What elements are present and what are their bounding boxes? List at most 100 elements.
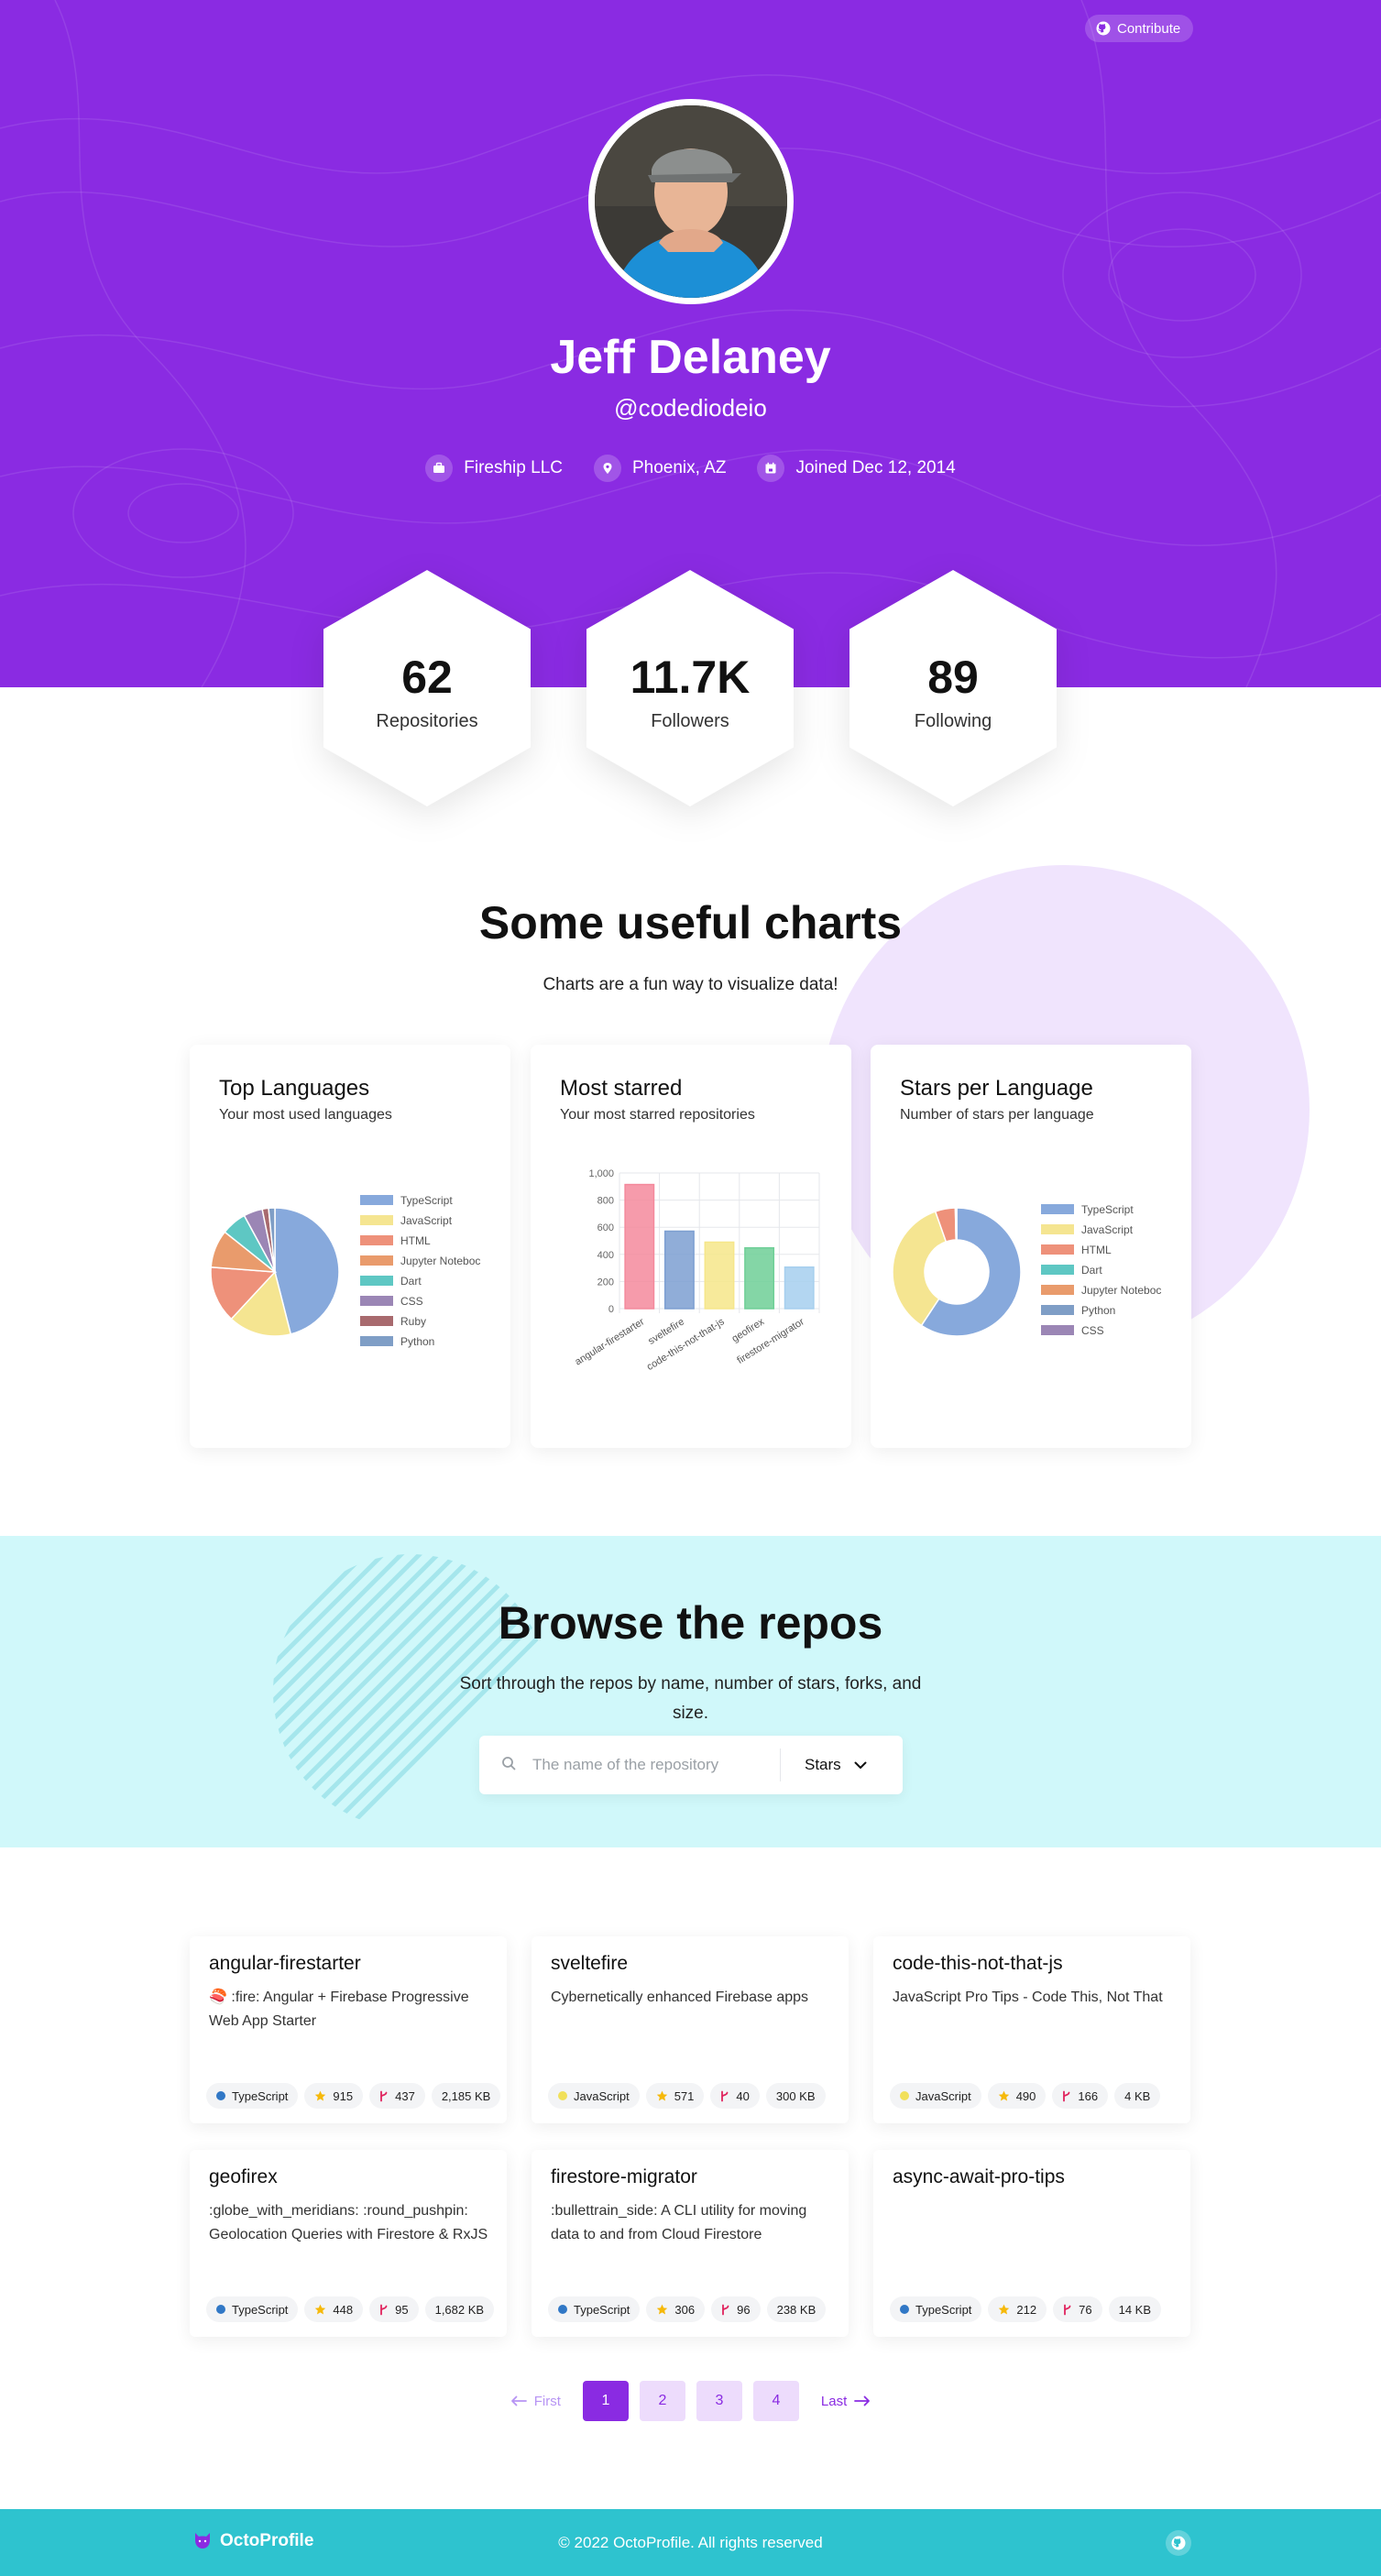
most-starred-bar-chart: 02004006008001,000angular-firestarter sve…	[573, 1168, 820, 1373]
size-tag: 1,682 KB	[424, 2296, 495, 2322]
avatar	[588, 99, 794, 304]
repo-search-input[interactable]	[532, 1756, 780, 1774]
github-link[interactable]	[1166, 2530, 1191, 2556]
repo-card[interactable]: code-this-not-that-js JavaScript Pro Tips…	[873, 1936, 1190, 2123]
legend-label: JavaScript	[1081, 1223, 1134, 1236]
page-3-button[interactable]: 3	[696, 2381, 742, 2421]
bar-firestore-migrator	[784, 1266, 815, 1310]
language-text: TypeScript	[232, 2088, 289, 2103]
legend-swatch	[360, 1336, 393, 1346]
repo-card[interactable]: async-await-pro-tips TypeScript 212 76 14 KB	[873, 2150, 1190, 2337]
language-text: TypeScript	[915, 2302, 972, 2317]
github-icon	[1096, 21, 1111, 36]
stars-count: 212	[1016, 2302, 1037, 2317]
legend-label: CSS	[400, 1295, 423, 1308]
top-languages-pie-chart: TypeScript JavaScript HTML Jupyter Noteboc D…	[210, 1194, 480, 1348]
stat-repositories: 62 Repositories	[323, 570, 531, 806]
chevron-down-icon	[854, 1761, 867, 1769]
charts-subtitle: Charts are a fun way to visualize data!	[543, 975, 838, 994]
legend-label: Jupyter Noteboc	[400, 1255, 480, 1267]
forks-count: 437	[395, 2088, 415, 2103]
repo-name: code-this-not-that-js	[893, 1953, 1063, 1974]
y-tick-label: 0	[608, 1304, 614, 1315]
pagination: First 1 2 3 4 Last	[0, 2381, 1381, 2421]
first-page-link[interactable]: First	[499, 2394, 572, 2409]
legend-label: HTML	[1081, 1244, 1112, 1256]
company-text: Fireship LLC	[464, 458, 563, 477]
size-tag: 14 KB	[1108, 2296, 1162, 2322]
stat-label: Followers	[651, 710, 729, 731]
page-2-button[interactable]: 2	[639, 2381, 685, 2421]
language-tag: JavaScript	[890, 2083, 981, 2109]
language-tag: TypeScript	[206, 2296, 299, 2322]
star-icon	[998, 2090, 1009, 2100]
stat-value: 11.7K	[630, 651, 751, 703]
legend-label: Python	[1081, 1304, 1115, 1317]
legend-label: JavaScript	[400, 1214, 453, 1227]
repo-card[interactable]: firestore-migrator:bullettrain_side: A C…	[532, 2150, 849, 2337]
language-dot	[216, 2305, 225, 2314]
meta-company: Fireship LLC	[425, 455, 563, 482]
location-text: Phoenix, AZ	[631, 458, 727, 477]
footer: OctoProfile © 2022 OctoProfile. All righ…	[0, 2509, 1381, 2576]
last-page-link[interactable]: Last	[810, 2394, 882, 2409]
bar-geofirex	[744, 1246, 775, 1310]
language-tag: JavaScript	[548, 2083, 640, 2109]
language-dot	[558, 2091, 567, 2100]
stars-tag: 306	[646, 2296, 706, 2322]
joined-text: Joined Dec 12, 2014	[795, 458, 956, 477]
x-tick-label: code-this-not-that-js	[645, 1316, 727, 1373]
page-4-button[interactable]: 4	[752, 2381, 799, 2421]
repo-card[interactable]: sveltefire Cybernetically enhanced Fireba…	[532, 1936, 849, 2123]
legend-label: Jupyter Noteboc	[1081, 1284, 1161, 1297]
forks-count: 76	[1079, 2302, 1092, 2317]
legend-swatch	[1041, 1244, 1074, 1255]
repo-name: geofirex	[209, 2166, 278, 2187]
repo-search-bar: Stars	[479, 1736, 903, 1794]
repo-description: JavaScript Pro Tips - Code This, Not Tha…	[893, 1990, 1163, 2005]
repo-tags: TypeScript 448 95 1,682 KB	[206, 2296, 495, 2322]
page-1-button[interactable]: 1	[582, 2381, 629, 2421]
x-tick-label: firestore-migrator	[735, 1316, 806, 1366]
language-dot	[558, 2305, 567, 2314]
location-pin-icon	[593, 455, 621, 482]
size-text: 238 KB	[776, 2302, 817, 2317]
repo-card[interactable]: angular-firestarter 🍣 :fire: Angular + Fi…	[190, 1936, 507, 2123]
legend-swatch	[360, 1235, 393, 1245]
meta-location: Phoenix, AZ	[593, 455, 727, 482]
legend-label: HTML	[400, 1234, 431, 1247]
fork-icon	[721, 2090, 729, 2101]
repo-tags: TypeScript 306 96 238 KB	[548, 2296, 827, 2322]
forks-tag: 96	[711, 2296, 761, 2322]
chart-card-stars-per-language: Stars per Language Number of stars per l…	[871, 1045, 1191, 1448]
fork-icon	[1063, 2090, 1070, 2101]
size-text: 14 KB	[1118, 2302, 1152, 2317]
language-dot	[900, 2091, 909, 2100]
last-label: Last	[820, 2393, 848, 2409]
repo-name: firestore-migrator	[551, 2166, 697, 2187]
bar-sveltefire	[663, 1230, 695, 1310]
stars-tag: 448	[304, 2296, 364, 2322]
y-tick-label: 400	[597, 1250, 614, 1261]
stat-value: 89	[927, 651, 979, 703]
sort-select[interactable]: Stars	[805, 1756, 867, 1774]
size-tag: 2,185 KB	[431, 2083, 501, 2109]
stars-tag: 490	[987, 2083, 1047, 2109]
size-text: 4 KB	[1124, 2088, 1151, 2103]
bar-code-this-not-that-js	[704, 1241, 735, 1310]
stars-count: 490	[1015, 2088, 1036, 2103]
charts-title: Some useful charts	[478, 897, 903, 948]
forks-tag: 95	[369, 2296, 419, 2322]
fork-icon	[1064, 2304, 1071, 2315]
fork-icon	[722, 2304, 729, 2315]
first-label: First	[533, 2393, 561, 2409]
legend-swatch	[360, 1296, 393, 1306]
repo-card[interactable]: geofirex:globe_with_meridians: :round_pu…	[190, 2150, 507, 2337]
contribute-button[interactable]: Contribute	[1085, 15, 1194, 42]
language-text: JavaScript	[574, 2088, 630, 2103]
chart-card-top-languages: Top Languages Your most used languages T…	[190, 1045, 510, 1448]
browse-title: Browse the repos	[498, 1597, 883, 1649]
language-tag: TypeScript	[890, 2296, 982, 2322]
contribute-label: Contribute	[1117, 20, 1181, 37]
legend-swatch	[1041, 1305, 1074, 1315]
